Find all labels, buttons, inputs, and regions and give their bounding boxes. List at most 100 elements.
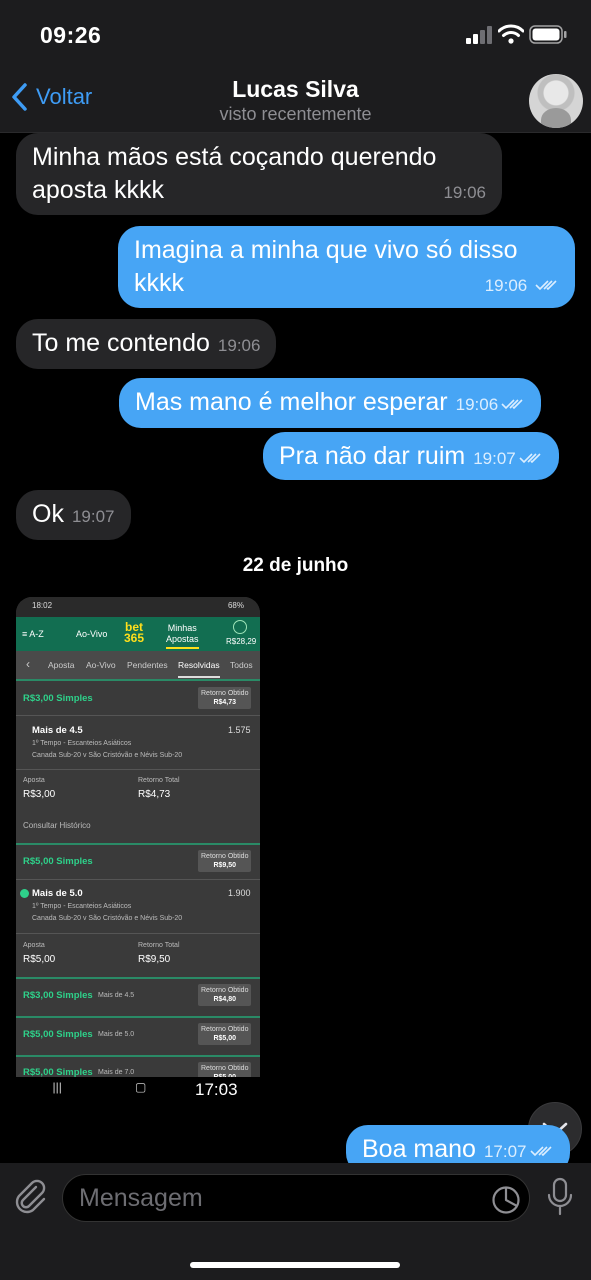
message-text: Ok — [32, 500, 64, 528]
sticker-icon[interactable] — [491, 1185, 521, 1215]
retorno-total-label: Retorno Total — [138, 777, 180, 784]
market: 1º Tempo - Escanteios Asiáticos — [32, 903, 132, 910]
wifi-icon — [498, 24, 524, 44]
paperclip-icon[interactable] — [14, 1179, 48, 1215]
double-check-icon — [529, 1146, 552, 1157]
bet-stake: R$5,00 Simples — [23, 856, 93, 867]
tab-todos: Todos — [230, 660, 253, 670]
shared-image[interactable]: 18:02 68% ≡ A-Z Ao-Vivo bet 365 Minhas A… — [16, 597, 260, 1097]
my-bets-line2: Apostas — [166, 634, 199, 644]
message-time: 17:07 — [483, 1142, 527, 1161]
odds: 1.900 — [228, 888, 251, 898]
return-value: R$4,73 — [213, 699, 237, 706]
message-time: 19:06 — [484, 276, 528, 295]
contact-name[interactable]: Lucas Silva — [0, 76, 591, 103]
bet365-app-bar: ≡ A-Z Ao-Vivo bet 365 Minhas Apostas R$2… — [16, 617, 260, 651]
message-list[interactable]: Minha mãos está coçando querendo aposta … — [0, 133, 591, 1163]
message-time: 19:06 — [443, 183, 486, 202]
image-time: 17:03 — [195, 1080, 238, 1099]
check-icon — [20, 889, 29, 898]
bet-stake: R$3,00 Simples — [23, 990, 93, 1001]
return-label: Retorno Obtido — [201, 853, 249, 860]
message-text: Imagina a minha que vivo só disso — [134, 236, 518, 264]
tab-resolvidas: Resolvidas — [178, 660, 220, 678]
tab-aposta: Aposta — [48, 660, 75, 670]
message-bubble-outgoing[interactable]: Imagina a minha que vivo só disso kkkk 1… — [118, 226, 575, 308]
message-bubble-incoming[interactable]: Minha mãos está coçando querendo aposta … — [16, 133, 502, 215]
return-value: R$5,00 — [213, 1035, 237, 1042]
message-bubble-outgoing[interactable]: Boa mano 17:07 — [346, 1125, 570, 1163]
history-link: Consultar Histórico — [23, 821, 91, 830]
contact-status: visto recentemente — [219, 104, 372, 124]
message-text: Minha mãos está coçando querendo — [32, 143, 437, 171]
return-value: R$9,50 — [213, 862, 237, 869]
event: Canada Sub-20 v São Cristóvão e Névis Su… — [32, 915, 183, 922]
status-bar: 09:26 — [0, 0, 591, 66]
phone-status-bar: 18:02 68% — [16, 597, 260, 617]
retorno-total-value: R$4,73 — [138, 789, 171, 800]
return-label: Retorno Obtido — [201, 1065, 249, 1072]
message-text: Boa mano — [362, 1135, 476, 1163]
battery-icon — [529, 25, 567, 44]
chat-header: Voltar Lucas Silva visto recentemente — [0, 66, 591, 133]
message-text: To me contendo — [32, 329, 210, 357]
message-bubble-outgoing[interactable]: Mas mano é melhor esperar 19:06 — [119, 378, 542, 428]
return-box: Retorno Obtido R$5,00 — [198, 1023, 252, 1045]
balance: R$28,29 — [226, 637, 257, 646]
bet-stake: R$3,00 Simples — [23, 693, 93, 704]
return-value: R$4,80 — [213, 996, 237, 1003]
message-time: 19:06 — [217, 336, 261, 355]
message-text: Mas mano é melhor esperar — [135, 388, 448, 416]
message-time: 19:07 — [71, 507, 115, 526]
return-label: Retorno Obtido — [201, 987, 249, 994]
status-time: 09:26 — [40, 22, 102, 48]
message-bubble-outgoing[interactable]: Pra não dar ruim 19:07 — [263, 432, 559, 480]
return-box: Retorno Obtido R$4,80 — [198, 984, 252, 1006]
microphone-icon[interactable] — [546, 1177, 574, 1217]
tab-live: Ao-Vivo — [76, 629, 108, 639]
user-icon — [233, 620, 247, 634]
market: 1º Tempo - Escanteios Asiáticos — [32, 740, 132, 747]
return-label: Retorno Obtido — [201, 690, 249, 697]
double-check-icon — [535, 280, 557, 291]
message-text: Pra não dar ruim — [279, 442, 466, 470]
selection: Mais de 5.0 — [98, 1031, 135, 1038]
message-field[interactable] — [62, 1174, 530, 1222]
retorno-total-value: R$9,50 — [138, 954, 171, 965]
message-input-bar — [0, 1163, 591, 1280]
aposta-value: R$5,00 — [23, 954, 56, 965]
chevron-left-icon: ‹ — [26, 657, 30, 671]
phone-battery: 68% — [227, 601, 244, 610]
selection: Mais de 7.0 — [98, 1069, 135, 1076]
return-box: Retorno Obtido R$9,50 — [198, 850, 252, 872]
message-text: aposta kkkk — [32, 176, 165, 204]
tab-ao-vivo: Ao-Vivo — [86, 660, 116, 670]
date-separator: 22 de junho — [242, 555, 349, 576]
message-input[interactable] — [79, 1183, 479, 1213]
event: Canada Sub-20 v São Cristóvão e Névis Su… — [32, 752, 183, 759]
home-icon: ▢ — [135, 1080, 147, 1094]
selection: Mais de 5.0 — [32, 888, 83, 899]
avatar[interactable] — [529, 74, 583, 128]
logo-bottom: 365 — [124, 631, 145, 645]
bet365-logo: bet 365 — [124, 621, 145, 645]
menu-az: ≡ A-Z — [22, 629, 44, 639]
message-bubble-incoming[interactable]: Ok 19:07 — [16, 490, 131, 540]
message-time: 19:07 — [473, 449, 516, 468]
return-box: Retorno Obtido R$4,73 — [198, 687, 252, 709]
aposta-label: Aposta — [23, 942, 45, 949]
tab-my-bets: Minhas Apostas — [166, 623, 199, 649]
phone-time: 18:02 — [32, 601, 53, 610]
odds: 1.575 — [228, 725, 251, 735]
double-check-icon — [501, 399, 523, 410]
selection: Mais de 4.5 — [32, 725, 83, 736]
return-label: Retorno Obtido — [201, 1026, 249, 1033]
my-bets-line1: Minhas — [167, 623, 197, 633]
tab-pendentes: Pendentes — [127, 660, 168, 670]
aposta-value: R$3,00 — [23, 789, 56, 800]
double-check-icon — [519, 453, 541, 464]
message-bubble-incoming[interactable]: To me contendo 19:06 — [16, 319, 277, 369]
home-indicator — [190, 1262, 400, 1268]
retorno-total-label: Retorno Total — [138, 942, 180, 949]
bet-stake: R$5,00 Simples — [23, 1029, 93, 1040]
